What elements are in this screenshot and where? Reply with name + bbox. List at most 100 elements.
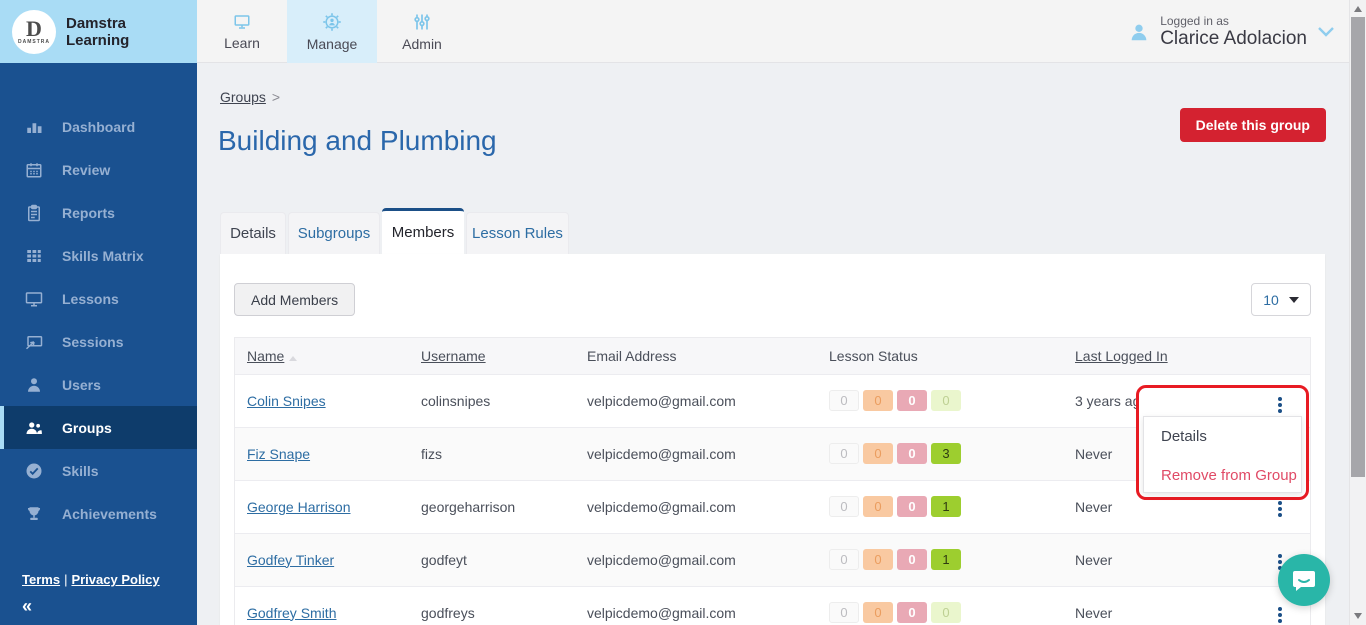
breadcrumb-groups-link[interactable]: Groups (220, 89, 266, 105)
group-tabs: Details Subgroups Members Lesson Rules (220, 208, 569, 254)
member-username: georgeharrison (409, 480, 575, 534)
chevron-down-icon (1317, 26, 1335, 38)
status-badge-notstarted: 0 (829, 443, 859, 464)
sidebar-item-lessons[interactable]: Lessons (0, 277, 197, 320)
sidebar-footer: Terms | Privacy Policy (22, 572, 160, 587)
kebab-menu-icon[interactable] (1274, 393, 1286, 417)
member-username: godfeyt (409, 533, 575, 587)
menu-item-remove-from-group[interactable]: Remove from Group (1144, 456, 1301, 495)
member-email: velpicdemo@gmail.com (575, 480, 817, 534)
topnav-label: Learn (224, 34, 260, 51)
sidebar-item-reports[interactable]: Reports (0, 191, 197, 234)
brand-header: D DAMSTRA Damstra Learning (0, 0, 197, 63)
status-badge-overdue: 0 (897, 549, 927, 570)
status-badge-overdue: 0 (897, 390, 927, 411)
sidebar-item-label: Lessons (62, 290, 119, 307)
status-badge-completed: 3 (931, 443, 961, 464)
add-members-button[interactable]: Add Members (234, 283, 356, 316)
top-nav: Learn Manage Admin (197, 0, 467, 63)
column-header-email: Email Address (587, 347, 677, 364)
scroll-down-arrow-icon[interactable] (1354, 613, 1362, 619)
topnav-manage[interactable]: Manage (287, 0, 377, 63)
breadcrumb-separator: > (271, 89, 281, 105)
calendar-icon (24, 160, 44, 180)
sidebar-item-label: Review (62, 161, 111, 178)
chat-bubble-icon (1291, 567, 1317, 593)
status-badge-completed: 0 (931, 390, 961, 411)
tab-details[interactable]: Details (220, 212, 286, 254)
member-email: velpicdemo@gmail.com (575, 374, 817, 428)
brand-name: Damstra Learning (66, 14, 130, 49)
page-scrollbar[interactable] (1349, 0, 1366, 625)
page-title: Building and Plumbing (218, 125, 497, 156)
member-name-link[interactable]: Fiz Snape (247, 446, 310, 462)
sidebar-item-label: Dashboard (62, 118, 136, 135)
sidebar-item-label: Groups (62, 419, 112, 436)
sidebar-item-achievements[interactable]: Achievements (0, 492, 197, 535)
page-size-select[interactable]: 10 (1251, 283, 1311, 316)
gear-person-icon (322, 12, 342, 32)
lesson-status-badges: 0 0 0 0 (829, 390, 1063, 411)
column-header-name[interactable]: Name (247, 348, 284, 364)
status-badge-notstarted: 0 (829, 390, 859, 411)
row-context-menu: Details Remove from Group (1143, 416, 1302, 493)
kebab-menu-icon[interactable] (1274, 497, 1286, 521)
member-username: fizs (409, 427, 575, 481)
status-badge-notstarted: 0 (829, 549, 859, 570)
member-name-link[interactable]: Godfrey Smith (247, 605, 336, 621)
sidebar: D DAMSTRA Damstra Learning Dashboard Rev… (0, 0, 197, 625)
people-icon (24, 418, 44, 438)
bar-chart-icon (24, 117, 44, 137)
sidebar-collapse-button[interactable]: « (22, 596, 32, 617)
table-row: Godfrey Smith godfreys velpicdemo@gmail.… (235, 586, 1310, 625)
member-email: velpicdemo@gmail.com (575, 427, 817, 481)
trophy-icon (24, 504, 44, 524)
sort-asc-icon (289, 355, 298, 361)
tab-lesson-rules[interactable]: Lesson Rules (466, 212, 569, 254)
sidebar-nav: Dashboard Review Reports Skills Matrix L… (0, 63, 197, 535)
sidebar-item-users[interactable]: Users (0, 363, 197, 406)
user-info: Logged in as Clarice Adolacion (1160, 14, 1307, 50)
member-email: velpicdemo@gmail.com (575, 533, 817, 587)
sidebar-item-sessions[interactable]: Sessions (0, 320, 197, 363)
breadcrumb: Groups > (220, 89, 280, 105)
monitor-icon (232, 13, 252, 31)
member-name-link[interactable]: Colin Snipes (247, 393, 326, 409)
topnav-admin[interactable]: Admin (377, 0, 467, 63)
sidebar-item-review[interactable]: Review (0, 148, 197, 191)
tab-members[interactable]: Members (382, 208, 464, 254)
status-badge-completed: 0 (931, 602, 961, 623)
status-badge-completed: 1 (931, 549, 961, 570)
member-username: godfreys (409, 586, 575, 625)
member-name-link[interactable]: Godfey Tinker (247, 552, 334, 568)
status-badge-inprogress: 0 (863, 443, 893, 464)
sidebar-item-skills-matrix[interactable]: Skills Matrix (0, 234, 197, 277)
sidebar-item-label: Sessions (62, 333, 124, 350)
tab-subgroups[interactable]: Subgroups (288, 212, 380, 254)
logged-in-as-label: Logged in as (1160, 13, 1229, 28)
column-header-last-logged-in[interactable]: Last Logged In (1075, 348, 1168, 364)
app-window: D DAMSTRA Damstra Learning Dashboard Rev… (0, 0, 1366, 625)
terms-link[interactable]: Terms (22, 572, 60, 587)
user-name: Clarice Adolacion (1160, 27, 1307, 49)
column-header-username[interactable]: Username (421, 348, 486, 364)
sidebar-item-skills[interactable]: Skills (0, 449, 197, 492)
chat-button[interactable] (1278, 554, 1330, 606)
status-badge-inprogress: 0 (863, 496, 893, 517)
user-menu[interactable]: Logged in as Clarice Adolacion (1128, 0, 1335, 63)
scroll-up-arrow-icon[interactable] (1354, 6, 1362, 12)
delete-group-button[interactable]: Delete this group (1179, 108, 1326, 142)
sidebar-item-dashboard[interactable]: Dashboard (0, 105, 197, 148)
logo-letter: D (26, 15, 42, 41)
kebab-menu-icon[interactable] (1274, 603, 1286, 625)
scrollbar-thumb[interactable] (1351, 17, 1365, 477)
sidebar-item-groups[interactable]: Groups (0, 406, 197, 449)
member-last-logged-in: Never (1063, 533, 1243, 587)
status-badge-inprogress: 0 (863, 549, 893, 570)
privacy-policy-link[interactable]: Privacy Policy (71, 572, 159, 587)
sidebar-item-label: Reports (62, 204, 115, 221)
member-name-link[interactable]: George Harrison (247, 499, 351, 515)
member-email: velpicdemo@gmail.com (575, 586, 817, 625)
menu-item-details[interactable]: Details (1144, 417, 1301, 456)
topnav-learn[interactable]: Learn (197, 0, 287, 63)
